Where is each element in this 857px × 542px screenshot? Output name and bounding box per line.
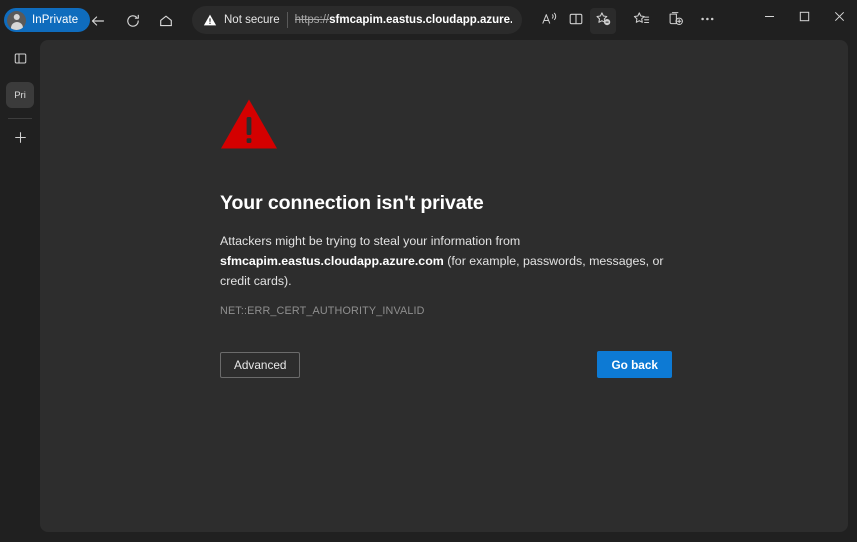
settings-and-more-icon — [699, 11, 716, 32]
browser-titlebar: InPrivate Not secure https:// sfmcapim.e… — [0, 0, 857, 40]
read-aloud-button[interactable] — [536, 8, 562, 34]
error-description: Attackers might be trying to steal your … — [220, 231, 672, 291]
page-content-area: Your connection isn't private Attackers … — [40, 40, 848, 532]
remove-favorite-button[interactable] — [590, 8, 616, 34]
go-back-button[interactable]: Go back — [597, 351, 672, 379]
error-code: NET::ERR_CERT_AUTHORITY_INVALID — [220, 305, 425, 318]
url-text[interactable]: https://sfmcapim.eastus.cloudapp.azure.c… — [295, 14, 512, 26]
url-host: sfmcapim.eastus.cloudapp.azure.com — [329, 14, 512, 26]
tab-actions-menu-button[interactable] — [6, 48, 34, 74]
new-tab-button[interactable] — [6, 127, 34, 153]
vertical-tab-strip: Pri — [0, 40, 40, 542]
refresh-icon — [125, 13, 141, 29]
home-button[interactable] — [153, 8, 179, 34]
person-avatar-icon — [7, 10, 26, 30]
refresh-button[interactable] — [120, 8, 146, 34]
advanced-button[interactable]: Advanced — [220, 351, 301, 378]
collections-button[interactable] — [662, 8, 688, 34]
minimize-button[interactable] — [753, 4, 786, 32]
back-button[interactable] — [85, 8, 111, 34]
tab-label: Pri — [14, 89, 26, 101]
error-action-buttons: Advanced Go back — [220, 351, 672, 379]
minimize-icon — [764, 9, 775, 27]
close-icon — [834, 9, 845, 27]
browser-window: InPrivate Not secure https:// sfmcapim.e… — [0, 0, 857, 542]
inprivate-profile-pill[interactable]: InPrivate — [4, 8, 91, 32]
maximize-icon — [799, 9, 810, 27]
inprivate-label: InPrivate — [32, 14, 79, 26]
read-aloud-icon — [541, 11, 558, 32]
tab-strip-divider — [8, 118, 32, 119]
home-icon — [158, 13, 174, 29]
back-arrow-icon — [90, 13, 106, 29]
remove-favorite-icon — [595, 11, 612, 32]
plus-icon — [13, 130, 28, 150]
tab-actions-menu-icon — [13, 51, 28, 71]
address-bar-divider — [286, 12, 288, 28]
page-title: Your connection isn't private — [220, 192, 484, 214]
error-description-host: sfmcapim.eastus.cloudapp.azure.com — [220, 254, 444, 269]
favorites-button[interactable] — [628, 8, 654, 34]
favorites-icon — [633, 11, 650, 32]
red-warning-triangle-icon — [220, 98, 672, 150]
split-screen-button[interactable] — [563, 8, 589, 34]
address-bar[interactable]: Not secure https://sfmcapim.eastus.cloud… — [192, 6, 522, 34]
close-button[interactable] — [823, 4, 856, 32]
sidebar-item-tab-pri[interactable]: Pri — [6, 82, 34, 108]
url-scheme: https:// — [294, 14, 330, 26]
settings-and-more-button[interactable] — [694, 8, 720, 34]
warning-triangle-icon — [203, 13, 217, 27]
security-status-label: Not secure — [224, 14, 280, 26]
maximize-button[interactable] — [788, 4, 821, 32]
collections-icon — [667, 11, 684, 32]
privacy-error-page: Your connection isn't private Attackers … — [220, 98, 672, 379]
split-screen-icon — [568, 11, 584, 32]
error-description-lead: Attackers might be trying to steal your … — [220, 234, 521, 248]
